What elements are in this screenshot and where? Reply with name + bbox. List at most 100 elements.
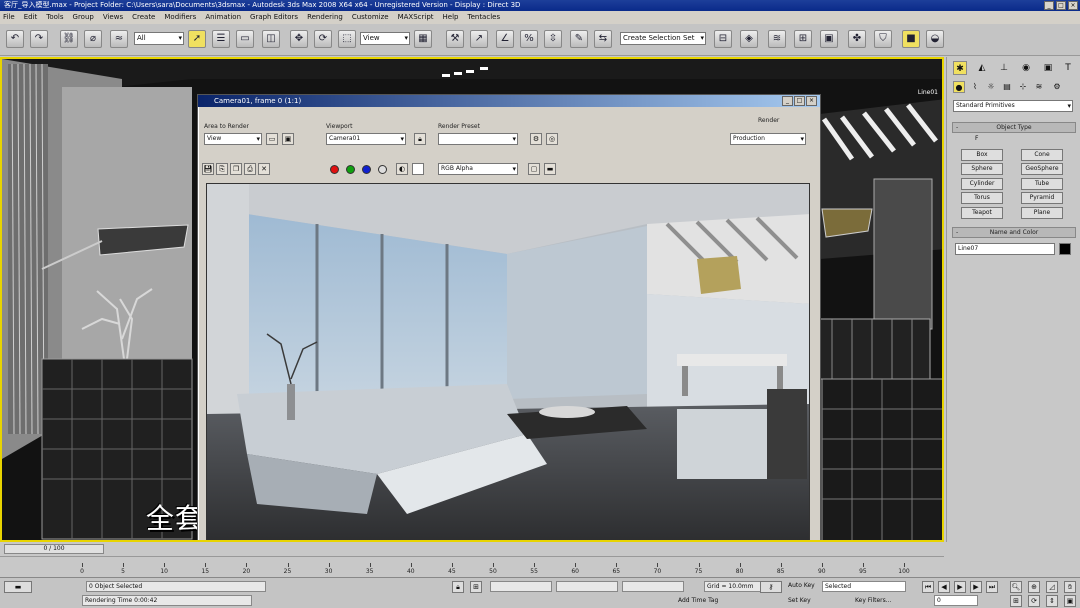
angle-snap-icon[interactable]: ∠ <box>496 30 514 48</box>
menu-help[interactable]: Help <box>443 11 459 24</box>
previous-frame-icon[interactable]: ◀ <box>938 581 950 593</box>
display-tab-icon[interactable]: ▣ <box>1041 61 1055 75</box>
menu-animation[interactable]: Animation <box>205 11 241 24</box>
menu-rendering[interactable]: Rendering <box>307 11 343 24</box>
menu-customize[interactable]: Customize <box>352 11 389 24</box>
space-warps-icon[interactable]: ≋ <box>1033 81 1045 93</box>
rectangular-selection-icon[interactable]: ▭ <box>236 30 254 48</box>
zoom-extents-icon[interactable]: ⊞ <box>1010 595 1022 607</box>
render-setup-icon[interactable]: ✤ <box>848 30 866 48</box>
create-tab-icon[interactable]: ✱ <box>953 61 967 75</box>
layer-manager-icon[interactable]: ◈ <box>740 30 758 48</box>
go-to-start-icon[interactable]: ⏮ <box>922 581 934 593</box>
save-image-icon[interactable]: 💾︎ <box>202 163 214 175</box>
snap-toggle-icon[interactable]: ↗ <box>470 30 488 48</box>
menu-group[interactable]: Group <box>73 11 94 24</box>
curve-editor-icon[interactable]: ≋ <box>768 30 786 48</box>
time-slider-frame[interactable]: 0 / 100 <box>4 544 104 554</box>
render-window-maximize-button[interactable]: □ <box>794 96 805 106</box>
set-key-button[interactable]: Set Key <box>788 597 811 604</box>
shapes-icon[interactable]: ⌇ <box>969 81 981 93</box>
channel-display-dropdown[interactable]: RGB Alpha <box>438 163 518 175</box>
cone-button[interactable]: Cone <box>1021 149 1063 161</box>
sphere-button[interactable]: Sphere <box>961 163 1003 175</box>
edit-named-selection-icon[interactable]: ✎ <box>570 30 588 48</box>
camera-viewport[interactable]: Line01 全套完整高清视频下载地址：WWW.SNWHY.COM Camera… <box>0 57 944 542</box>
quick-render-icon[interactable]: ■ <box>902 30 920 48</box>
lock-viewport-icon[interactable]: 🔒︎ <box>414 133 426 145</box>
torus-button[interactable]: Torus <box>961 192 1003 204</box>
menu-edit[interactable]: Edit <box>24 11 38 24</box>
spinner-snap-icon[interactable]: ⇳ <box>544 30 562 48</box>
reference-coord-dropdown[interactable]: View <box>360 32 410 45</box>
maxscript-listener-icon[interactable]: ▬ <box>4 581 32 593</box>
align-icon[interactable]: ⊟ <box>714 30 732 48</box>
minimize-button[interactable]: _ <box>1044 1 1054 10</box>
render-mode-dropdown[interactable]: Production <box>730 133 806 145</box>
key-mode-dropdown[interactable]: Selected <box>822 581 906 592</box>
undo-icon[interactable]: ↶ <box>6 30 24 48</box>
set-key-icon[interactable]: ⚷ <box>760 581 782 593</box>
tube-button[interactable]: Tube <box>1021 178 1063 190</box>
modify-tab-icon[interactable]: ◭ <box>975 61 989 75</box>
rotate-icon[interactable]: ⟳ <box>314 30 332 48</box>
utilities-tab-icon[interactable]: T <box>1061 61 1075 75</box>
primitive-category-dropdown[interactable]: Standard Primitives <box>953 100 1073 112</box>
environment-icon[interactable]: ◎ <box>546 133 558 145</box>
geometry-icon[interactable]: ● <box>953 81 965 93</box>
unlink-icon[interactable]: ⌀ <box>84 30 102 48</box>
go-to-end-icon[interactable]: ⏭ <box>986 581 998 593</box>
schematic-view-icon[interactable]: ⊞ <box>794 30 812 48</box>
menu-maxscript[interactable]: MAXScript <box>398 11 434 24</box>
toggle-ui-icon[interactable]: ▬ <box>544 163 556 175</box>
maximize-viewport-icon[interactable]: ▣ <box>1064 595 1076 607</box>
helpers-icon[interactable]: ⊹ <box>1017 81 1029 93</box>
play-icon[interactable]: ▶ <box>954 581 966 593</box>
redo-icon[interactable]: ↷ <box>30 30 48 48</box>
render-window-minimize-button[interactable]: _ <box>782 96 793 106</box>
z-coordinate-field[interactable] <box>622 581 684 592</box>
monochrome-icon[interactable]: ◐ <box>396 163 408 175</box>
render-window-close-button[interactable]: × <box>806 96 817 106</box>
select-link-icon[interactable]: ⛓ <box>60 30 78 48</box>
field-of-view-icon[interactable]: ◿ <box>1046 581 1058 593</box>
x-coordinate-field[interactable] <box>490 581 552 592</box>
lights-icon[interactable]: ☼ <box>985 81 997 93</box>
copy-image-icon[interactable]: ⎘ <box>216 163 228 175</box>
render-teapot-icon[interactable]: ◒ <box>926 30 944 48</box>
mirror-icon[interactable]: ⇆ <box>594 30 612 48</box>
motion-tab-icon[interactable]: ◉ <box>1019 61 1033 75</box>
menu-tentacles[interactable]: Tentacles <box>467 11 500 24</box>
select-by-name-icon[interactable]: ☰ <box>212 30 230 48</box>
menu-views[interactable]: Views <box>103 11 123 24</box>
autogrid-checkbox[interactable]: F <box>975 135 978 142</box>
add-time-tag-button[interactable]: Add Time Tag <box>678 597 718 604</box>
blue-channel-toggle-icon[interactable] <box>362 165 371 174</box>
background-swatch[interactable] <box>412 163 424 175</box>
display-toggle-icon[interactable]: ▢ <box>528 163 540 175</box>
menu-graph-editors[interactable]: Graph Editors <box>250 11 298 24</box>
pan-view-icon[interactable]: ✋︎ <box>1064 581 1076 593</box>
auto-region-icon[interactable]: ▣ <box>282 133 294 145</box>
clone-window-icon[interactable]: ❐ <box>230 163 242 175</box>
dolly-icon[interactable]: ⇕ <box>1046 595 1058 607</box>
render-setup-icon[interactable]: ⚙ <box>530 133 542 145</box>
material-editor-icon[interactable]: ▣ <box>820 30 838 48</box>
edit-region-icon[interactable]: ▭ <box>266 133 278 145</box>
selection-filter-dropdown[interactable]: All <box>134 32 184 45</box>
pivot-center-icon[interactable]: ▦ <box>414 30 432 48</box>
lock-selection-icon[interactable]: 🔒︎ <box>452 581 464 593</box>
cylinder-button[interactable]: Cylinder <box>961 178 1003 190</box>
percent-snap-icon[interactable]: % <box>520 30 538 48</box>
maximize-button[interactable]: □ <box>1056 1 1066 10</box>
clear-image-icon[interactable]: ✕ <box>258 163 270 175</box>
next-frame-icon[interactable]: ▶ <box>970 581 982 593</box>
zoom-icon[interactable]: 🔍︎ <box>1010 581 1022 593</box>
y-coordinate-field[interactable] <box>556 581 618 592</box>
time-slider[interactable]: 0 / 100 <box>0 542 944 556</box>
box-button[interactable]: Box <box>961 149 1003 161</box>
viewport-dropdown[interactable]: Camera01 <box>326 133 406 145</box>
window-crossing-icon[interactable]: ◫ <box>262 30 280 48</box>
key-filters-button[interactable]: Key Filters... <box>855 597 892 604</box>
teapot-button[interactable]: Teapot <box>961 207 1003 219</box>
